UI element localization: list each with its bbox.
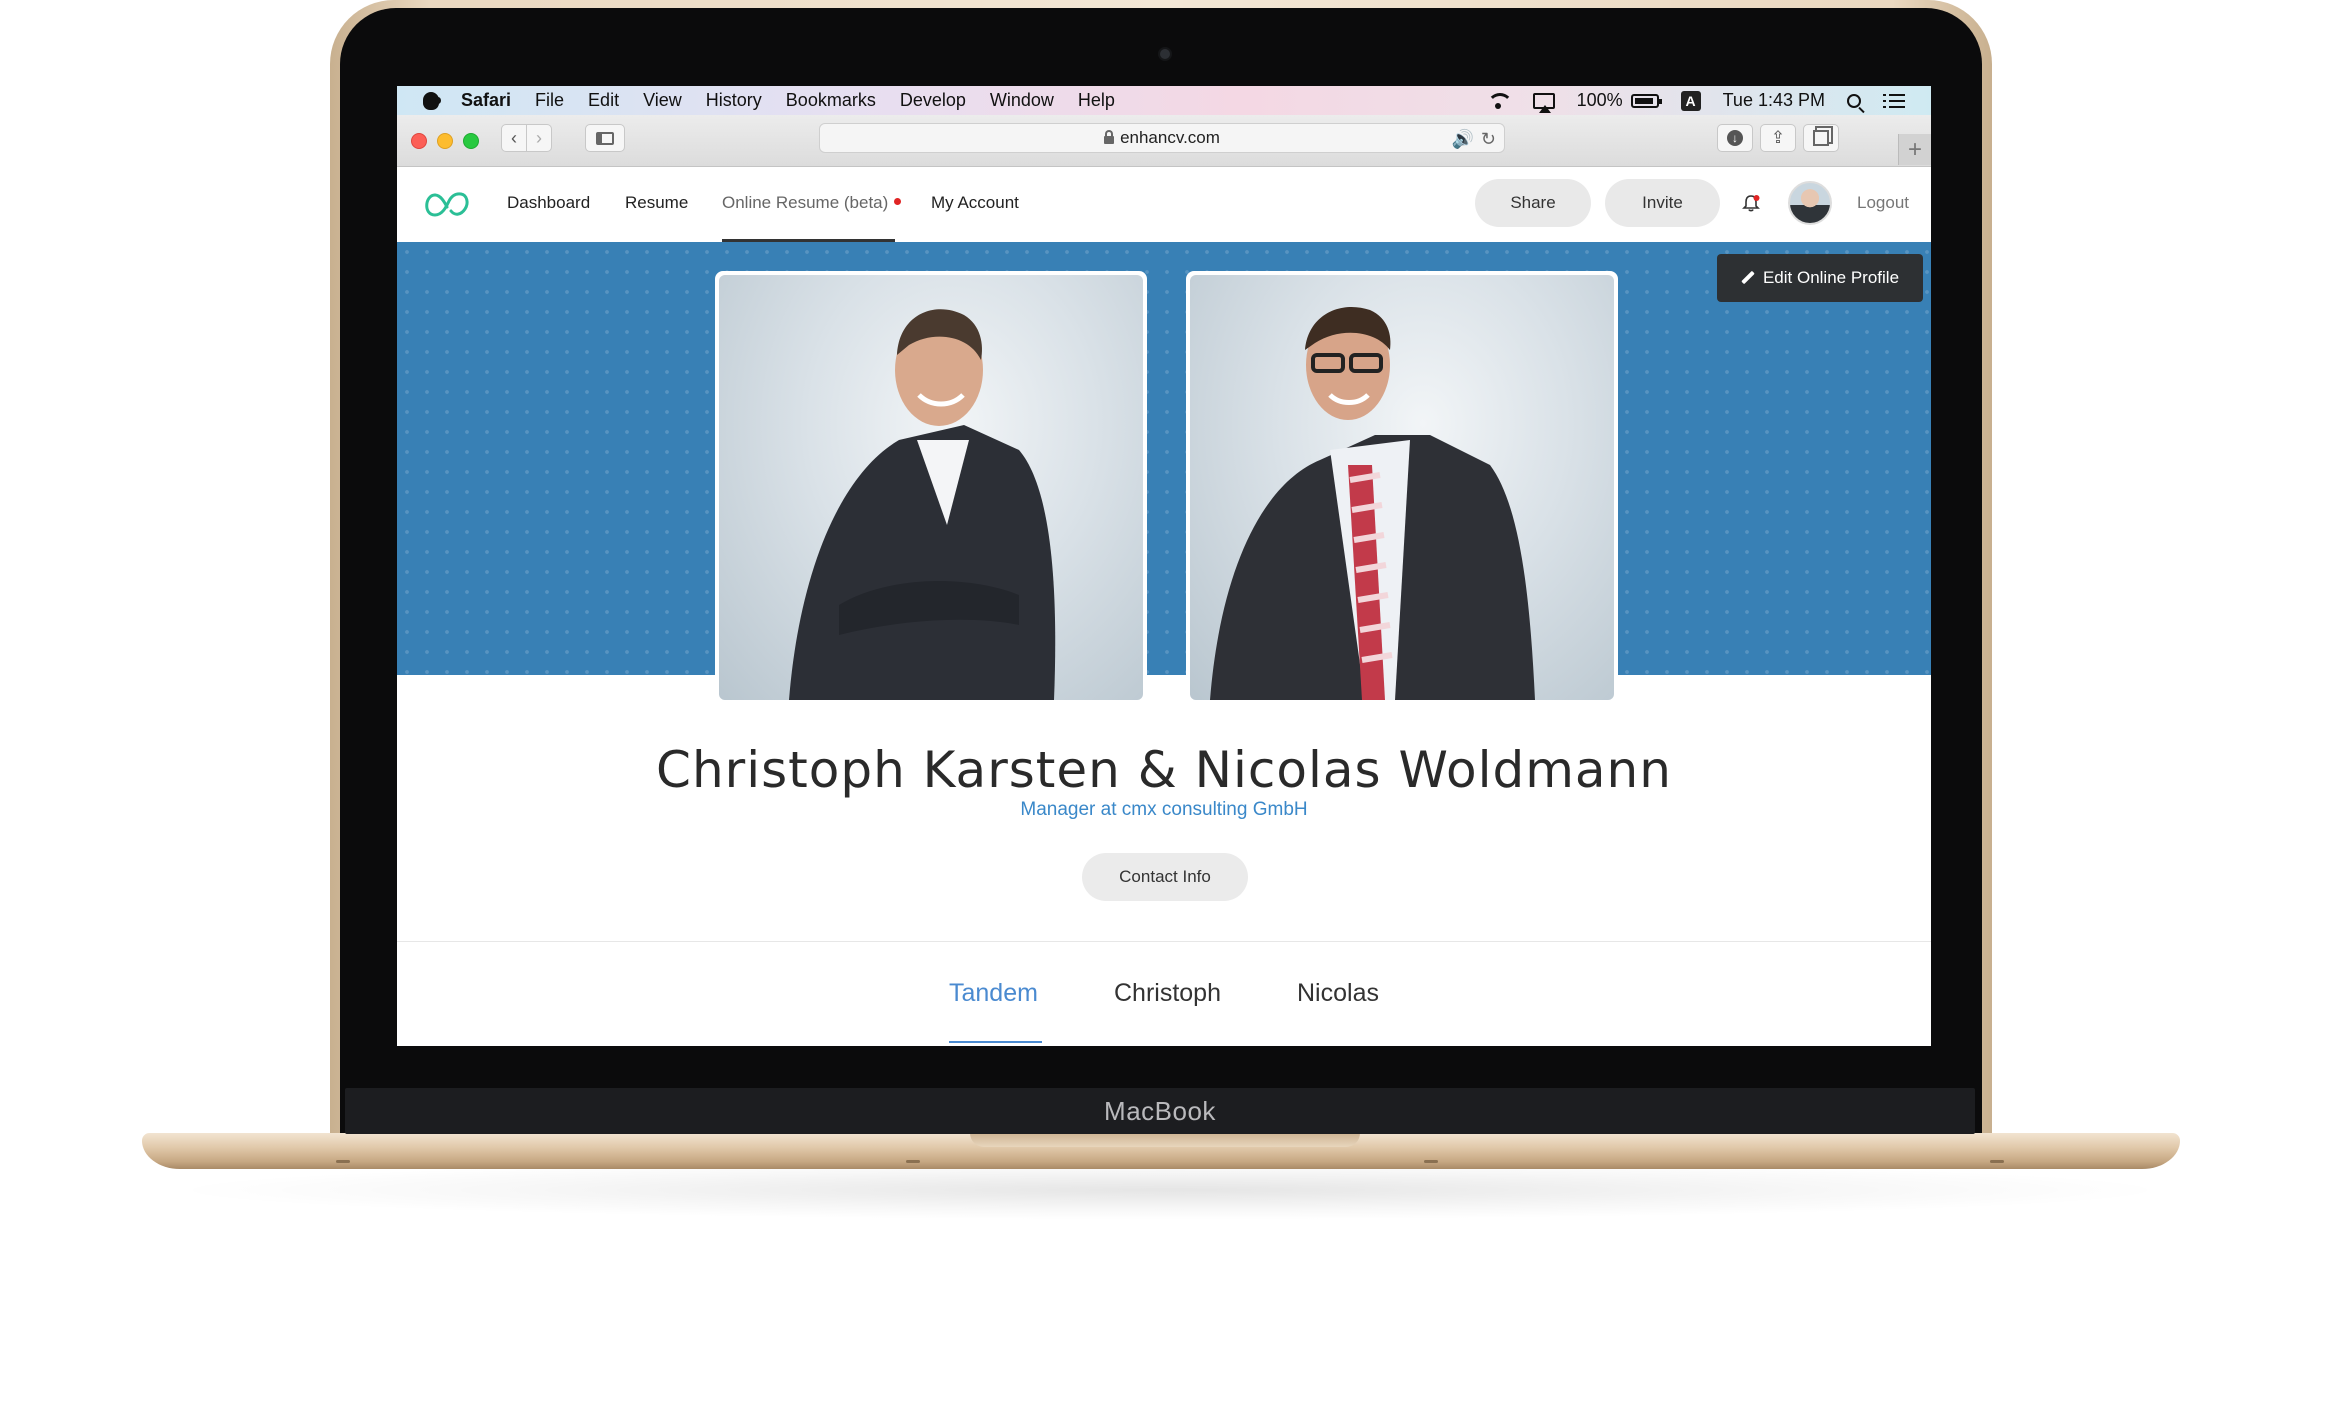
airplay-icon[interactable] (1532, 92, 1555, 113)
close-window-button[interactable] (411, 133, 427, 149)
macbook-brand-label: MacBook (1104, 1095, 1216, 1126)
tab-tandem[interactable]: Tandem (949, 979, 1038, 1008)
share-button[interactable]: Share (1475, 179, 1591, 227)
menu-history[interactable]: History (706, 90, 762, 111)
share-icon: ⇪ (1770, 128, 1786, 147)
plus-icon: + (1907, 135, 1922, 163)
apple-icon[interactable] (423, 91, 441, 110)
bottom-bezel: MacBook (345, 1088, 1975, 1134)
battery-icon[interactable] (1630, 93, 1662, 108)
speaker-icon[interactable]: 🔊 (1452, 129, 1474, 150)
nav-resume[interactable]: Resume (625, 193, 688, 213)
laptop-foot (1424, 1160, 1438, 1163)
person-illustration (1210, 306, 1535, 700)
edit-online-profile-button[interactable]: Edit Online Profile (1717, 254, 1923, 302)
laptop-foot (1990, 1160, 2004, 1163)
laptop-shadow (160, 1160, 2180, 1220)
maximize-window-button[interactable] (463, 133, 479, 149)
notification-center-icon[interactable] (1883, 93, 1905, 108)
spotlight-search-icon[interactable] (1847, 93, 1861, 108)
person-illustration (789, 309, 1056, 700)
menubar-clock[interactable]: Tue 1:43 PM (1723, 90, 1825, 111)
menu-develop[interactable]: Develop (900, 90, 966, 111)
nav-my-account[interactable]: My Account (931, 193, 1019, 213)
download-icon: ↓ (1727, 130, 1743, 146)
tabs-icon (1813, 130, 1829, 146)
menu-edit[interactable]: Edit (588, 90, 619, 111)
invite-button[interactable]: Invite (1605, 179, 1720, 227)
tab-nicolas[interactable]: Nicolas (1297, 979, 1379, 1008)
forward-button[interactable]: › (526, 124, 552, 152)
nav-online-resume[interactable]: Online Resume (beta) (722, 193, 902, 213)
reload-icon[interactable]: ↻ (1481, 129, 1496, 150)
active-tab-underline (949, 1041, 1042, 1043)
minimize-window-button[interactable] (437, 133, 453, 149)
lock-icon (1104, 130, 1115, 144)
screen: Safari File Edit View History Bookmarks … (397, 86, 1931, 1046)
chevron-right-icon: › (536, 127, 542, 148)
section-divider (397, 941, 1931, 942)
menu-view[interactable]: View (643, 90, 682, 111)
menubar-status-area: 100% A Tue 1:43 PM (1486, 86, 1931, 115)
pencil-icon (1741, 271, 1755, 285)
nav-dashboard[interactable]: Dashboard (507, 193, 590, 213)
profile-photo-christoph (715, 271, 1147, 704)
enhancv-logo-icon[interactable] (419, 189, 475, 221)
site-navbar: Dashboard Resume Online Resume (beta) My… (397, 167, 1931, 242)
edit-online-profile-label: Edit Online Profile (1762, 268, 1900, 287)
photo-christoph-image (719, 275, 1143, 700)
menu-app-name[interactable]: Safari (461, 90, 511, 111)
profile-headline[interactable]: Manager at cmx consulting GmbH (397, 799, 1931, 821)
logout-link[interactable]: Logout (1857, 193, 1909, 213)
web-page: Dashboard Resume Online Resume (beta) My… (397, 167, 1931, 1046)
profile-name: Christoph Karsten & Nicolas Woldmann (656, 741, 1672, 799)
tab-overview-button[interactable] (1803, 124, 1839, 152)
new-tab-button[interactable]: + (1898, 134, 1931, 165)
sidebar-toggle-button[interactable] (585, 124, 625, 152)
profile-banner: Edit Online Profile (397, 242, 1931, 675)
browser-toolbar: ‹ › enhancv.com 🔊 ↻ ↓ ⇪ + (397, 115, 1931, 167)
menu-bookmarks[interactable]: Bookmarks (786, 90, 876, 111)
contact-info-button[interactable]: Contact Info (1082, 853, 1248, 901)
menu-help[interactable]: Help (1078, 90, 1115, 111)
tab-christoph[interactable]: Christoph (1114, 979, 1221, 1008)
menu-file[interactable]: File (535, 90, 564, 111)
bell-icon[interactable] (1742, 194, 1760, 212)
wifi-icon[interactable] (1486, 92, 1513, 109)
menu-window[interactable]: Window (990, 90, 1054, 111)
profile-photo-nicolas (1186, 271, 1618, 704)
nav-online-resume-label: Online Resume (beta) (722, 193, 889, 212)
back-button[interactable]: ‹ (501, 124, 527, 152)
sidebar-icon (596, 131, 614, 145)
chevron-left-icon: ‹ (511, 127, 517, 148)
input-source-icon[interactable]: A (1680, 90, 1701, 111)
laptop-hinge-notch (970, 1133, 1360, 1147)
laptop-foot (906, 1160, 920, 1163)
address-url: enhancv.com (1120, 128, 1220, 147)
photo-nicolas-image (1190, 275, 1614, 700)
user-avatar[interactable] (1788, 181, 1832, 225)
address-bar[interactable]: enhancv.com 🔊 ↻ (819, 123, 1505, 153)
mac-menubar: Safari File Edit View History Bookmarks … (397, 86, 1931, 115)
share-browser-button[interactable]: ⇪ (1760, 124, 1796, 152)
battery-percentage: 100% (1576, 90, 1623, 110)
downloads-button[interactable]: ↓ (1717, 124, 1753, 152)
camera-icon (1160, 49, 1170, 59)
laptop-foot (336, 1160, 350, 1163)
new-indicator-dot (894, 198, 902, 206)
